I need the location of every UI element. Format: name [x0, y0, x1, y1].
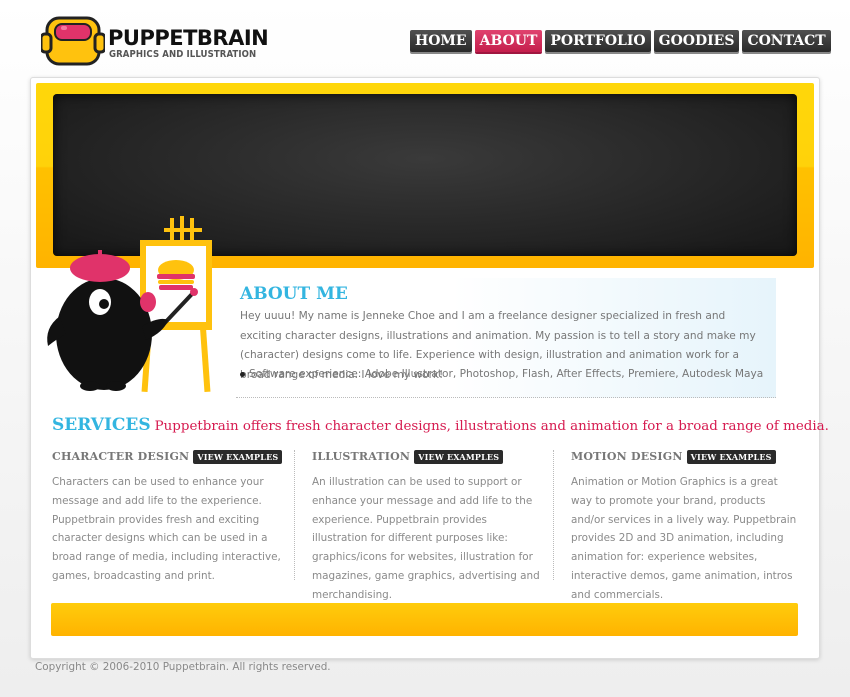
nav-portfolio[interactable]: PORTFOLIO	[545, 30, 651, 52]
service-column-character: CHARACTER DESIGN VIEW EXAMPLES Character…	[52, 448, 292, 586]
mascot-painter-illustration	[47, 216, 212, 393]
logo-name: PUPPETBRAIN	[108, 26, 269, 50]
column-divider	[553, 450, 554, 580]
service-text: Characters can be used to enhance your m…	[52, 476, 281, 582]
service-title: MOTION DESIGN	[571, 450, 683, 463]
nav-about[interactable]: ABOUT	[474, 30, 543, 52]
view-examples-button[interactable]: VIEW EXAMPLES	[414, 449, 504, 464]
column-divider	[294, 450, 295, 580]
site-logo[interactable]: PUPPETBRAIN GRAPHICS AND ILLUSTRATION	[41, 14, 271, 68]
services-title: SERVICES	[52, 415, 151, 435]
nav-goodies[interactable]: GOODIES	[653, 30, 740, 52]
service-text: Animation or Motion Graphics is a great …	[571, 476, 797, 601]
service-column-illustration: ILLUSTRATION VIEW EXAMPLES An illustrati…	[312, 448, 544, 605]
logo-tagline: GRAPHICS AND ILLUSTRATION	[109, 49, 257, 60]
nav-contact[interactable]: CONTACT	[742, 30, 831, 52]
services-heading: SERVICES Puppetbrain offers fresh charact…	[52, 415, 829, 435]
services-description: Puppetbrain offers fresh character desig…	[154, 419, 829, 434]
bullet-icon	[240, 371, 245, 377]
software-text: Software experience: Adobe Illustrator, …	[249, 368, 764, 380]
service-column-motion: MOTION DESIGN VIEW EXAMPLES Animation or…	[571, 448, 799, 605]
nav-home[interactable]: HOME	[410, 30, 472, 52]
view-examples-button[interactable]: VIEW EXAMPLES	[686, 449, 776, 464]
service-text: An illustration can be used to support o…	[312, 476, 540, 601]
footer-bar	[51, 603, 798, 636]
service-title: CHARACTER DESIGN	[52, 450, 190, 463]
copyright-text: Copyright © 2006-2010 Puppetbrain. All r…	[35, 661, 331, 673]
service-title: ILLUSTRATION	[312, 450, 411, 463]
view-examples-button[interactable]: VIEW EXAMPLES	[193, 449, 283, 464]
software-bullet: Software experience: Adobe Illustrator, …	[240, 365, 764, 383]
puppet-logo-icon	[41, 16, 105, 66]
about-title: ABOUT ME	[240, 284, 348, 304]
main-nav: HOME ABOUT PORTFOLIO GOODIES CONTACT	[410, 30, 831, 52]
